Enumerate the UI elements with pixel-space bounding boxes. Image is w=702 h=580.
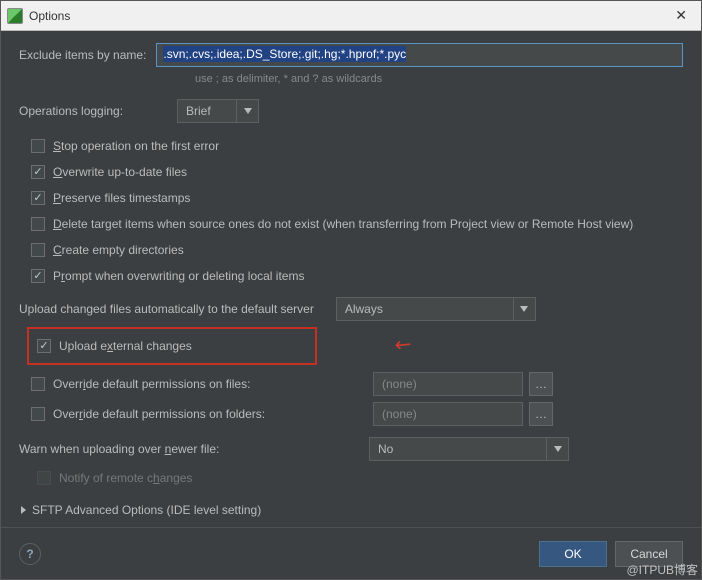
sftp-expander[interactable]: SFTP Advanced Options (IDE level setting… bbox=[21, 503, 683, 517]
warn-label: Warn when uploading over newer file: bbox=[19, 442, 357, 456]
exclude-hint: use ; as delimiter, * and ? as wildcards bbox=[195, 73, 683, 85]
logging-value: Brief bbox=[186, 104, 211, 118]
create-label: Create empty directories bbox=[53, 243, 184, 257]
overwrite-checkbox[interactable] bbox=[31, 165, 45, 179]
preserve-checkbox[interactable] bbox=[31, 191, 45, 205]
notify-checkbox bbox=[37, 471, 51, 485]
stop-label: Stop operation on the first error bbox=[53, 139, 219, 153]
delete-checkbox[interactable] bbox=[31, 217, 45, 231]
ok-button[interactable]: OK bbox=[539, 541, 607, 567]
watermark: @ITPUB博客 bbox=[626, 561, 698, 578]
delete-label: Delete target items when source ones do … bbox=[53, 217, 633, 231]
exclude-input[interactable]: .svn;.cvs;.idea;.DS_Store;.git;.hg;*.hpr… bbox=[156, 43, 683, 67]
exclude-label: Exclude items by name: bbox=[19, 48, 146, 62]
logging-label: Operations logging: bbox=[19, 104, 177, 118]
perm-folders-label: Override default permissions on folders: bbox=[53, 407, 363, 421]
create-checkbox[interactable] bbox=[31, 243, 45, 257]
chevron-down-icon bbox=[546, 438, 568, 460]
exclude-value: .svn;.cvs;.idea;.DS_Store;.git;.hg;*.hpr… bbox=[163, 46, 406, 62]
chevron-down-icon bbox=[513, 298, 535, 320]
perm-folders-input[interactable]: (none) bbox=[373, 402, 523, 426]
upload-auto-value: Always bbox=[345, 302, 383, 316]
triangle-right-icon bbox=[21, 506, 26, 514]
title-bar: Options ✕ bbox=[1, 1, 701, 31]
perm-files-input[interactable]: (none) bbox=[373, 372, 523, 396]
perm-files-checkbox[interactable] bbox=[31, 377, 45, 391]
warn-value: No bbox=[378, 442, 393, 456]
help-icon[interactable]: ? bbox=[19, 543, 41, 565]
perm-folders-browse-button[interactable]: … bbox=[529, 402, 553, 426]
close-icon[interactable]: ✕ bbox=[667, 7, 695, 24]
prompt-checkbox[interactable] bbox=[31, 269, 45, 283]
logging-combo[interactable]: Brief bbox=[177, 99, 259, 123]
upload-auto-combo[interactable]: Always bbox=[336, 297, 536, 321]
chevron-down-icon bbox=[236, 100, 258, 122]
perm-folders-checkbox[interactable] bbox=[31, 407, 45, 421]
upload-external-checkbox[interactable] bbox=[37, 339, 51, 353]
perm-files-label: Override default permissions on files: bbox=[53, 377, 363, 391]
preserve-label: Preserve files timestamps bbox=[53, 191, 190, 205]
perm-files-browse-button[interactable]: … bbox=[529, 372, 553, 396]
warn-combo[interactable]: No bbox=[369, 437, 569, 461]
upload-auto-label: Upload changed files automatically to th… bbox=[19, 302, 314, 316]
app-icon bbox=[7, 8, 23, 24]
window-title: Options bbox=[29, 9, 667, 23]
sftp-expander-label: SFTP Advanced Options (IDE level setting… bbox=[32, 503, 261, 517]
stop-checkbox[interactable] bbox=[31, 139, 45, 153]
prompt-label: Prompt when overwriting or deleting loca… bbox=[53, 269, 304, 283]
highlight-box: Upload external changes bbox=[27, 327, 317, 365]
notify-label: Notify of remote changes bbox=[59, 471, 192, 485]
upload-external-label: Upload external changes bbox=[59, 339, 192, 353]
overwrite-label: Overwrite up-to-date files bbox=[53, 165, 187, 179]
